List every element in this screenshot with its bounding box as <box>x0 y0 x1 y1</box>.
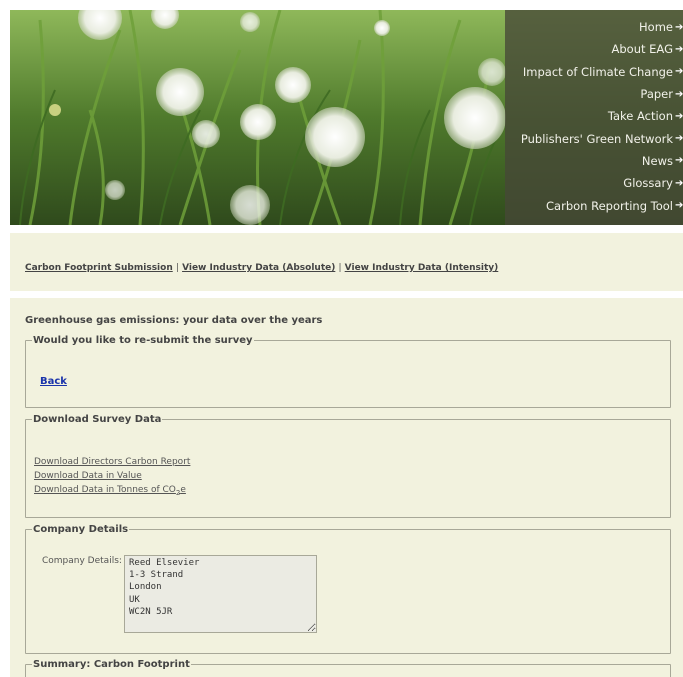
nav-item-take-action[interactable]: Take Action ➔ <box>505 105 683 127</box>
arrow-right-icon: ➔ <box>675 177 683 189</box>
resubmit-fieldset: Would you like to re-submit the survey B… <box>25 335 671 408</box>
company-details-textarea[interactable]: Reed Elsevier 1-3 Strand London UK WC2N … <box>124 555 317 633</box>
page-title: Greenhouse gas emissions: your data over… <box>25 315 323 326</box>
company-details-fieldset: Company Details Company Details: Reed El… <box>25 524 671 654</box>
nav-item-carbon-tool[interactable]: Carbon Reporting Tool ➔ <box>505 194 683 216</box>
nav-item-paper[interactable]: Paper ➔ <box>505 83 683 105</box>
arrow-right-icon: ➔ <box>675 66 683 78</box>
nav-item-label: Publishers' Green Network <box>520 131 673 146</box>
nav-item-news[interactable]: News ➔ <box>505 150 683 172</box>
download-tonnes-prefix: Download Data in Tonnes of CO <box>34 485 176 495</box>
site-header: Home ➔ About EAG ➔ Impact of Climate Chang… <box>10 10 683 225</box>
nav-item-label: Impact of Climate Change <box>522 64 673 79</box>
tab-separator: | <box>175 263 179 273</box>
download-links: Download Directors Carbon Report Downloa… <box>34 455 190 500</box>
download-fieldset: Download Survey Data Download Directors … <box>25 414 671 518</box>
nav-item-glossary[interactable]: Glossary ➔ <box>505 172 683 194</box>
download-data-tonnes-link[interactable]: Download Data in Tonnes of CO2e <box>34 483 190 500</box>
nav-item-label: Glossary <box>623 176 673 191</box>
nav-item-home[interactable]: Home ➔ <box>505 16 683 38</box>
main-content-panel: Greenhouse gas emissions: your data over… <box>10 298 683 677</box>
arrow-right-icon: ➔ <box>675 200 683 212</box>
tab-industry-data-absolute[interactable]: View Industry Data (Absolute) <box>182 263 335 273</box>
nav-item-green-network[interactable]: Publishers' Green Network ➔ <box>505 127 683 149</box>
arrow-right-icon: ➔ <box>675 133 683 145</box>
arrow-right-icon: ➔ <box>675 110 683 122</box>
main-nav: Home ➔ About EAG ➔ Impact of Climate Chang… <box>505 10 683 225</box>
back-link[interactable]: Back <box>40 376 67 387</box>
company-details-legend: Company Details <box>33 524 129 535</box>
download-tonnes-suffix: e <box>180 485 186 495</box>
arrow-right-icon: ➔ <box>675 21 683 33</box>
nav-item-label: Paper <box>640 87 673 102</box>
tab-links: Carbon Footprint Submission | View Indus… <box>25 263 498 273</box>
nav-item-about[interactable]: About EAG ➔ <box>505 38 683 60</box>
resubmit-legend: Would you like to re-submit the survey <box>33 335 253 346</box>
nav-item-label: About EAG <box>611 42 674 57</box>
summary-fieldset: Summary: Carbon Footprint <box>25 659 671 677</box>
nav-item-label: Home <box>639 20 673 35</box>
download-legend: Download Survey Data <box>33 414 162 425</box>
nav-item-label: Take Action <box>607 109 673 124</box>
arrow-right-icon: ➔ <box>675 88 683 100</box>
nav-item-label: News <box>641 153 673 168</box>
tab-industry-data-intensity[interactable]: View Industry Data (Intensity) <box>345 263 499 273</box>
download-data-value-link[interactable]: Download Data in Value <box>34 469 190 483</box>
tab-separator: | <box>338 263 342 273</box>
nav-item-label: Carbon Reporting Tool <box>546 198 673 213</box>
tab-links-panel: Carbon Footprint Submission | View Indus… <box>10 233 683 291</box>
arrow-right-icon: ➔ <box>675 43 683 55</box>
nav-item-climate-change[interactable]: Impact of Climate Change ➔ <box>505 61 683 83</box>
tab-carbon-footprint-submission[interactable]: Carbon Footprint Submission <box>25 263 173 273</box>
summary-legend: Summary: Carbon Footprint <box>33 659 190 670</box>
arrow-right-icon: ➔ <box>675 155 683 167</box>
download-directors-report-link[interactable]: Download Directors Carbon Report <box>34 455 190 469</box>
company-details-label: Company Details: <box>42 556 122 566</box>
